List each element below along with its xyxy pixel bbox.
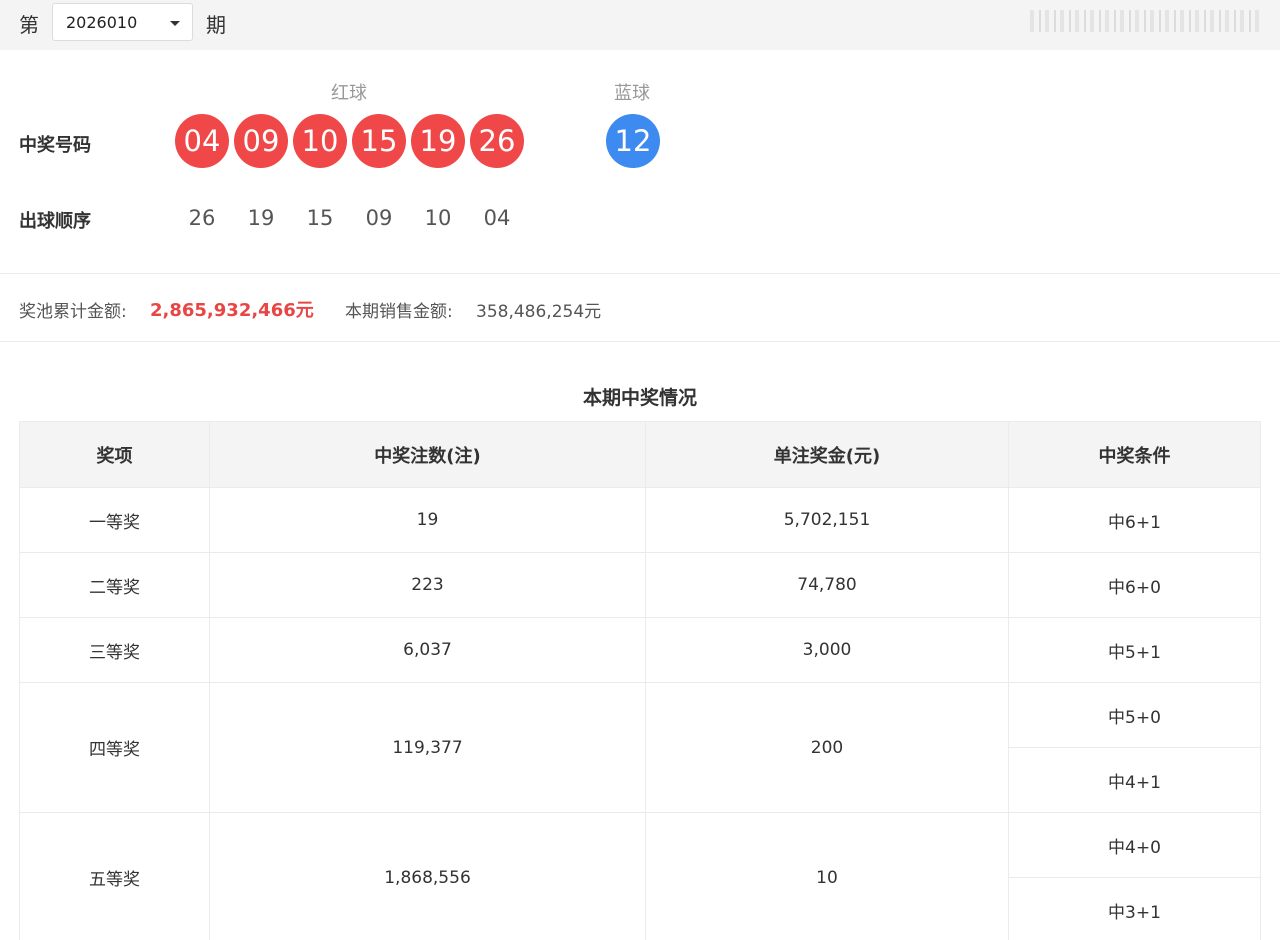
winner-count: 119,377	[209, 682, 646, 813]
prize-amount: 5,702,151	[645, 487, 1009, 553]
blue-ball-label: 蓝球	[614, 83, 650, 104]
red-ball: 26	[470, 114, 524, 168]
header-win-condition: 中奖条件	[1008, 421, 1261, 488]
draw-order-number: 26	[188, 206, 216, 230]
win-condition: 中5+0	[1008, 682, 1261, 748]
issue-suffix: 期	[206, 13, 226, 37]
issue-select[interactable]: 2026010	[52, 3, 193, 41]
red-ball: 19	[411, 114, 465, 168]
winner-count: 6,037	[209, 617, 646, 683]
prize-amount: 3,000	[645, 617, 1009, 683]
win-condition: 中4+1	[1008, 747, 1261, 813]
win-condition: 中5+1	[1008, 617, 1261, 683]
win-condition: 中3+1	[1008, 877, 1261, 940]
prize-level: 三等奖	[19, 617, 210, 683]
header-prize-level: 奖项	[19, 421, 210, 488]
red-ball-label: 红球	[331, 83, 367, 104]
prize-amount: 10	[645, 812, 1009, 940]
table-row: 五等奖 1,868,556 10 中4+0	[19, 812, 1261, 940]
divider	[0, 273, 1280, 274]
prize-amount: 74,780	[645, 552, 1009, 618]
winning-numbers-label: 中奖号码	[19, 135, 91, 156]
pool-value: 2,865,932,466元	[150, 300, 314, 321]
issue-bar: 第 2026010 期	[0, 0, 1280, 50]
sales-value: 358,486,254元	[476, 302, 602, 322]
sales-label: 本期销售金额:	[345, 302, 453, 322]
draw-order-number: 19	[247, 206, 275, 230]
table-row: 一等奖 19 5,702,151 中6+1	[19, 487, 1261, 553]
table-row: 四等奖 119,377 200 中5+0	[19, 682, 1261, 813]
win-condition: 中6+0	[1008, 552, 1261, 618]
red-ball: 10	[293, 114, 347, 168]
prize-level: 五等奖	[19, 812, 210, 940]
winner-count: 223	[209, 552, 646, 618]
prize-level: 一等奖	[19, 487, 210, 553]
issue-select-value: 2026010	[66, 13, 138, 32]
watermark	[1030, 10, 1260, 32]
draw-order-number: 09	[365, 206, 393, 230]
blue-ball: 12	[606, 114, 660, 168]
header-winner-count: 中奖注数(注)	[209, 421, 646, 488]
draw-order-number: 10	[424, 206, 452, 230]
prize-table: 奖项 中奖注数(注) 单注奖金(元) 中奖条件 一等奖 19 5,702,151…	[19, 421, 1261, 940]
draw-order-label: 出球顺序	[19, 211, 91, 232]
prize-amount: 200	[645, 682, 1009, 813]
draw-order-number: 04	[483, 206, 511, 230]
winner-count: 19	[209, 487, 646, 553]
table-row: 三等奖 6,037 3,000 中5+1	[19, 617, 1261, 683]
pool-label: 奖池累计金额:	[19, 302, 127, 322]
prize-level: 二等奖	[19, 552, 210, 618]
draw-order-number: 15	[306, 206, 334, 230]
header-prize-amount: 单注奖金(元)	[645, 421, 1009, 488]
caret-down-icon	[170, 21, 180, 26]
divider	[0, 341, 1280, 342]
red-ball: 09	[234, 114, 288, 168]
red-ball: 04	[175, 114, 229, 168]
win-condition: 中4+0	[1008, 812, 1261, 878]
prize-table-title: 本期中奖情况	[582, 387, 697, 409]
table-row: 二等奖 223 74,780 中6+0	[19, 552, 1261, 618]
winner-count: 1,868,556	[209, 812, 646, 940]
issue-prefix: 第	[19, 13, 39, 37]
prize-level: 四等奖	[19, 682, 210, 813]
win-condition: 中6+1	[1008, 487, 1261, 553]
red-ball: 15	[352, 114, 406, 168]
table-header-row: 奖项 中奖注数(注) 单注奖金(元) 中奖条件	[19, 421, 1261, 488]
